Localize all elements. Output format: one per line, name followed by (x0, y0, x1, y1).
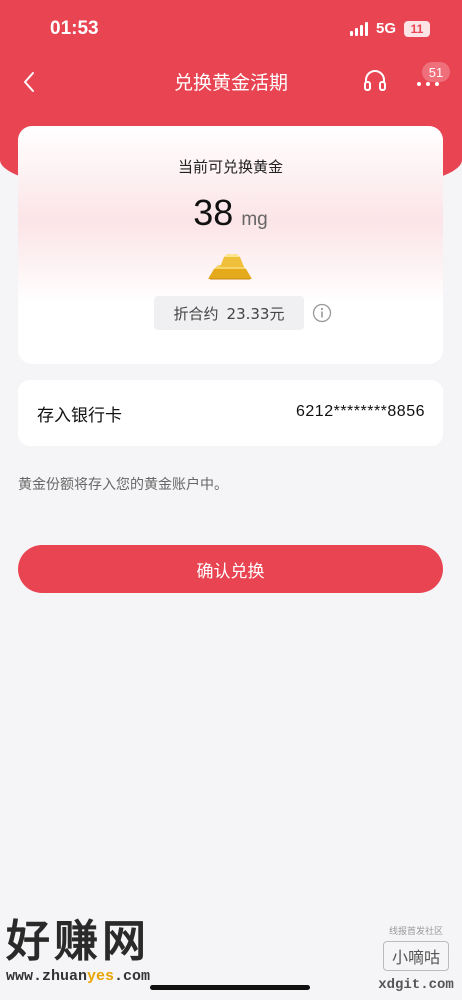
available-gold-label: 当前可兑换黄金 (177, 158, 283, 176)
bank-card-row[interactable]: 存入银行卡 6212********8856 (18, 380, 443, 446)
status-bar: 01:53 5G 11 (0, 0, 462, 58)
gold-amount-unit: mg (241, 209, 268, 230)
page-title: 兑换黄金活期 (173, 72, 288, 94)
watermark-logo-left: 好赚网 www.zhuanyes.com (6, 916, 196, 985)
gold-amount-value: 38 (193, 192, 234, 233)
watermark-logo-right: 线报首发社区 小嘀咕 xdgit.com (376, 924, 456, 993)
notification-badge: 51 (422, 62, 450, 82)
customer-service-icon[interactable] (362, 68, 388, 94)
status-indicators: 5G 11 (349, 20, 430, 37)
watermark-slogan: 线报首发社区 (388, 927, 443, 937)
watermark-brand: 小嘀咕 (383, 941, 449, 971)
signal-icon (349, 21, 368, 36)
watermark-url: www.zhuanyes.com (6, 968, 151, 985)
network-type: 5G (375, 20, 396, 37)
gold-bar-icon (208, 254, 252, 280)
equivalent-label: 折合约 (173, 304, 219, 323)
watermark-url-right: xdgit.com (378, 977, 454, 993)
battery-icon: 11 (404, 20, 430, 37)
home-indicator[interactable] (150, 985, 310, 990)
equivalent-value-pill: 折合约 23.33元 (154, 296, 304, 330)
info-icon[interactable] (312, 303, 332, 323)
watermark-title: 好赚网 (6, 916, 150, 967)
status-time: 01:53 (50, 18, 99, 39)
account-note: 黄金份额将存入您的黄金账户中。 (18, 477, 228, 493)
gold-amount: 38 mg (18, 192, 443, 234)
bank-card-number: 6212********8856 (296, 403, 425, 420)
confirm-exchange-button[interactable]: 确认兑换 (18, 545, 443, 593)
navigation-bar: 兑换黄金活期 (0, 58, 462, 108)
gold-summary-card: 当前可兑换黄金 38 mg 折合约 23.33元 (18, 126, 443, 364)
equivalent-value: 23.33元 (226, 304, 285, 323)
bank-card-label: 存入银行卡 (37, 406, 122, 426)
